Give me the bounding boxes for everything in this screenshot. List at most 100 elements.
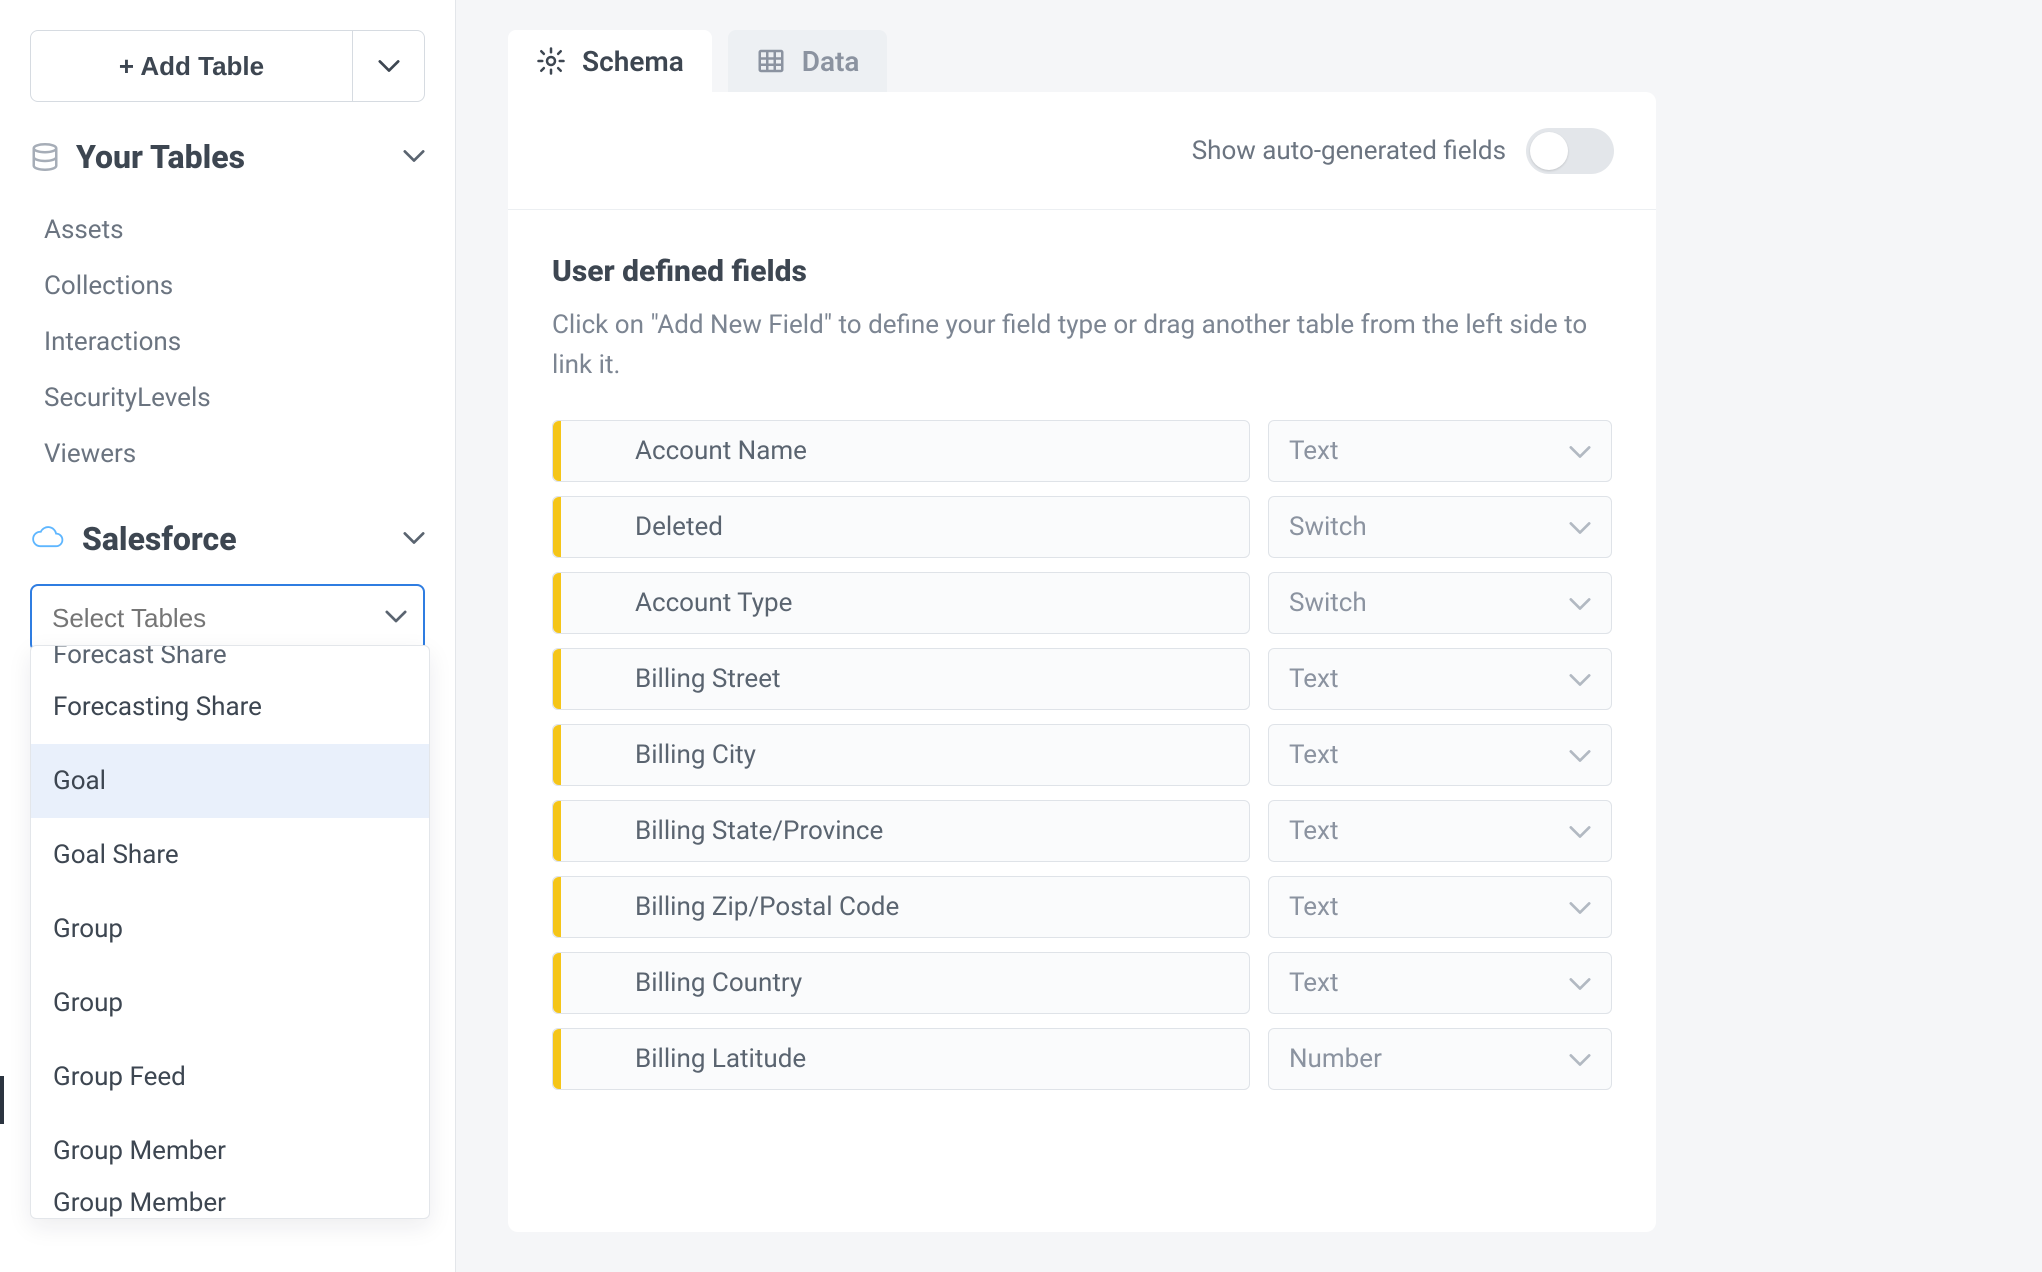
field-name-cell[interactable]: Billing Country <box>552 952 1250 1014</box>
field-name-cell[interactable]: Account Name <box>552 420 1250 482</box>
dropdown-option-label: Forecasting Share <box>53 692 262 722</box>
field-row: Account Name Text <box>552 420 1612 482</box>
field-type-select[interactable]: Text <box>1268 420 1612 482</box>
dropdown-option-label: Group Member <box>53 1136 226 1166</box>
dropdown-option-label: Goal Share <box>53 840 179 870</box>
chevron-down-icon <box>1569 740 1591 770</box>
table-icon <box>756 46 786 76</box>
field-name-cell[interactable]: Billing City <box>552 724 1250 786</box>
field-type-label: Switch <box>1289 588 1367 618</box>
dropdown-option-label: Goal <box>53 766 106 796</box>
dropdown-option[interactable]: Forecasting Share <box>31 670 429 744</box>
dropdown-option[interactable]: Group <box>31 966 429 1040</box>
field-type-select[interactable]: Switch <box>1268 496 1612 558</box>
field-type-label: Number <box>1289 1044 1382 1074</box>
your-tables-title: Your Tables <box>76 138 387 176</box>
field-type-select[interactable]: Switch <box>1268 572 1612 634</box>
field-name-cell[interactable]: Billing Zip/Postal Code <box>552 876 1250 938</box>
field-row: Billing State/Province Text <box>552 800 1612 862</box>
field-row: Deleted Switch <box>552 496 1612 558</box>
sidebar-item-interactions[interactable]: Interactions <box>30 314 425 370</box>
sidebar-item-assets[interactable]: Assets <box>30 202 425 258</box>
dropdown-option[interactable]: Group <box>31 892 429 966</box>
salesforce-title: Salesforce <box>82 520 387 558</box>
tab-schema-label: Schema <box>582 45 684 78</box>
field-name-label: Billing Street <box>635 664 781 694</box>
field-name-label: Billing Latitude <box>635 1044 806 1074</box>
field-type-label: Text <box>1289 740 1338 770</box>
dropdown-peek-top: Forecast Share <box>31 646 429 670</box>
sidebar-item-securitylevels[interactable]: SecurityLevels <box>30 370 425 426</box>
field-name-cell[interactable]: Billing State/Province <box>552 800 1250 862</box>
tabs: Schema Data <box>508 30 2042 92</box>
field-name-label: Billing State/Province <box>635 816 883 846</box>
field-type-label: Text <box>1289 664 1338 694</box>
field-name-cell[interactable]: Account Type <box>552 572 1250 634</box>
field-type-label: Text <box>1289 436 1338 466</box>
main: Schema Data Show auto-generated fields U… <box>456 0 2042 1272</box>
chevron-down-icon <box>1569 512 1591 542</box>
field-row: Billing Zip/Postal Code Text <box>552 876 1612 938</box>
field-name-label: Billing Country <box>635 968 802 998</box>
field-type-label: Text <box>1289 892 1338 922</box>
add-table-label: + Add Table <box>119 51 264 82</box>
sidebar-item-viewers[interactable]: Viewers <box>30 426 425 482</box>
field-type-select[interactable]: Number <box>1268 1028 1612 1090</box>
schema-card: Show auto-generated fields User defined … <box>508 92 1656 1232</box>
chevron-down-icon <box>1569 816 1591 846</box>
field-name-label: Account Type <box>635 588 792 618</box>
field-name-cell[interactable]: Billing Latitude <box>552 1028 1250 1090</box>
select-tables-dropdown: Forecast Share Forecasting Share Goal Go… <box>30 645 430 1219</box>
fields-list: Account NameTextDeletedSwitchAccount Typ… <box>552 420 1612 1090</box>
field-name-label: Deleted <box>635 512 723 542</box>
dropdown-option-label: Group Feed <box>53 1062 186 1092</box>
chevron-down-icon <box>1569 436 1591 466</box>
tab-data[interactable]: Data <box>728 30 888 92</box>
field-name-cell[interactable]: Deleted <box>552 496 1250 558</box>
dropdown-option[interactable]: Group Feed <box>31 1040 429 1114</box>
chevron-down-icon <box>403 530 425 549</box>
field-type-select[interactable]: Text <box>1268 952 1612 1014</box>
udf-description: Click on "Add New Field" to define your … <box>552 305 1592 386</box>
add-table-caret-button[interactable] <box>353 30 425 102</box>
field-type-select[interactable]: Text <box>1268 876 1612 938</box>
select-tables-wrap <box>30 584 425 652</box>
auto-generated-toggle[interactable] <box>1526 128 1614 174</box>
add-table-button[interactable]: + Add Table <box>30 30 353 102</box>
field-type-select[interactable]: Text <box>1268 800 1612 862</box>
field-name-label: Billing City <box>635 740 756 770</box>
field-type-label: Text <box>1289 816 1338 846</box>
chevron-down-icon <box>403 148 425 167</box>
field-row: Billing Country Text <box>552 952 1612 1014</box>
field-type-select[interactable]: Text <box>1268 648 1612 710</box>
left-edge-accent <box>0 1076 4 1124</box>
chevron-down-icon <box>1569 892 1591 922</box>
dropdown-option-label: Group <box>53 914 123 944</box>
field-type-label: Text <box>1289 968 1338 998</box>
sidebar-item-collections[interactable]: Collections <box>30 258 425 314</box>
your-tables-header[interactable]: Your Tables <box>30 130 425 184</box>
udf-title: User defined fields <box>552 254 1612 289</box>
dropdown-option[interactable]: Group Member <box>31 1114 429 1188</box>
gear-icon <box>536 46 566 76</box>
card-body: User defined fields Click on "Add New Fi… <box>508 210 1656 1090</box>
cloud-icon <box>30 525 66 553</box>
dropdown-option[interactable]: Goal <box>31 744 429 818</box>
dropdown-option-label: Group <box>53 988 123 1018</box>
field-row: Account Type Switch <box>552 572 1612 634</box>
select-tables-input[interactable] <box>30 584 425 652</box>
field-type-label: Switch <box>1289 512 1367 542</box>
add-table-group: + Add Table <box>30 30 425 102</box>
your-tables-list: Assets Collections Interactions Security… <box>30 202 425 482</box>
salesforce-header[interactable]: Salesforce <box>30 512 425 566</box>
dropdown-option[interactable]: Goal Share <box>31 818 429 892</box>
field-name-label: Account Name <box>635 436 807 466</box>
field-name-cell[interactable]: Billing Street <box>552 648 1250 710</box>
database-icon <box>30 142 60 172</box>
card-top-bar: Show auto-generated fields <box>508 92 1656 210</box>
tab-data-label: Data <box>802 45 860 78</box>
chevron-down-icon <box>378 59 400 73</box>
field-type-select[interactable]: Text <box>1268 724 1612 786</box>
tab-schema[interactable]: Schema <box>508 30 712 92</box>
chevron-down-icon <box>1569 1044 1591 1074</box>
